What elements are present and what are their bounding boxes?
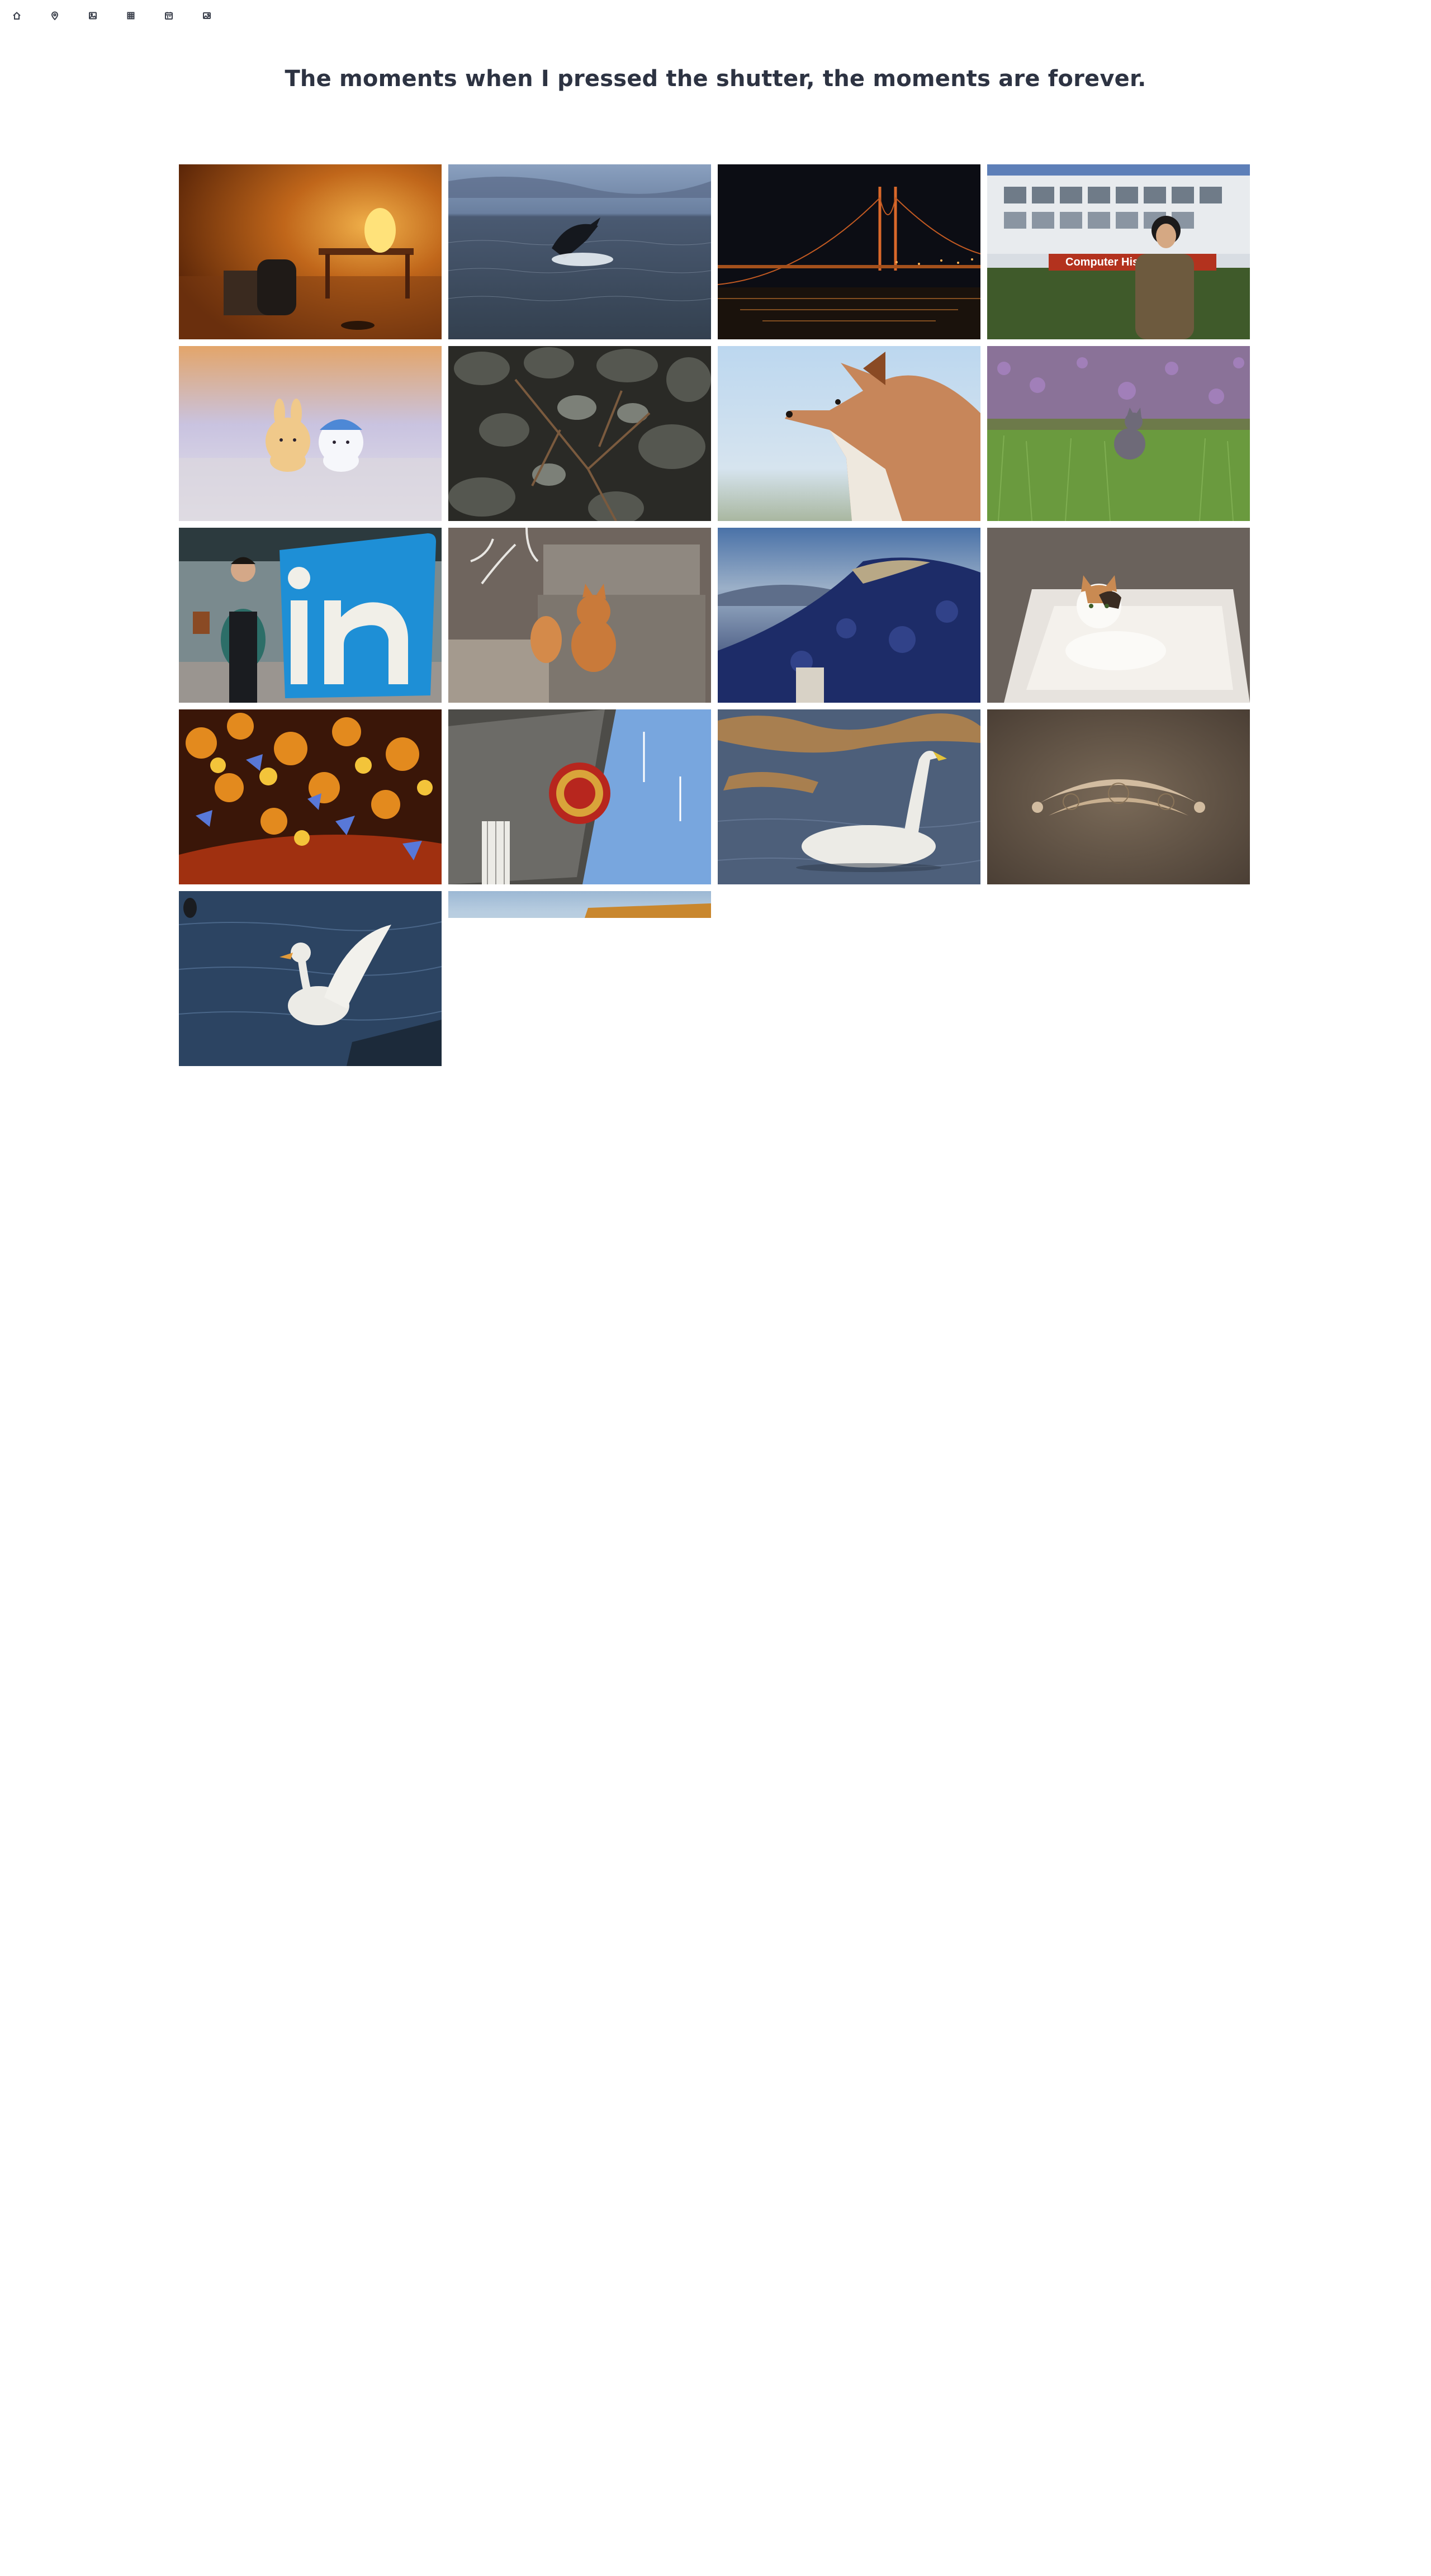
photo-golden-gate-night[interactable] [718, 164, 980, 339]
photo-duck-spreading-wings[interactable] [179, 891, 442, 1066]
photo-swan-on-water[interactable] [718, 709, 980, 884]
photo-carved-ornament[interactable] [987, 709, 1250, 884]
photo-fox-profile[interactable] [718, 346, 980, 521]
photo-lamp-on-table[interactable] [179, 164, 442, 339]
photo-cat-in-grass[interactable] [987, 346, 1250, 521]
photo-gallery: Computer Histo [179, 164, 1252, 1066]
grid-icon[interactable] [126, 10, 164, 21]
map-pin-icon[interactable] [50, 10, 88, 21]
photo-ornate-ceiling[interactable] [179, 709, 442, 884]
home-icon[interactable] [12, 10, 50, 21]
photo-rocks-and-branches[interactable] [448, 346, 711, 521]
image-icon[interactable] [88, 10, 126, 21]
photo-cat-on-stones[interactable] [448, 528, 711, 703]
photo-hill-landscape[interactable] [718, 528, 980, 703]
photo-plush-toys[interactable] [179, 346, 442, 521]
photo-computer-history-museum[interactable]: Computer Histo [987, 164, 1250, 339]
picture-icon[interactable] [202, 10, 240, 21]
page-headline: The moments when I pressed the shutter, … [285, 66, 1146, 92]
photo-calico-kitten[interactable] [987, 528, 1250, 703]
top-nav [12, 10, 240, 21]
photo-linkedin-sign[interactable] [179, 528, 442, 703]
photo-whale-breaching[interactable] [448, 164, 711, 339]
photo-rooftop-partial[interactable] [448, 891, 711, 918]
photo-emblem-building[interactable] [448, 709, 711, 884]
calendar-icon[interactable] [164, 10, 202, 21]
